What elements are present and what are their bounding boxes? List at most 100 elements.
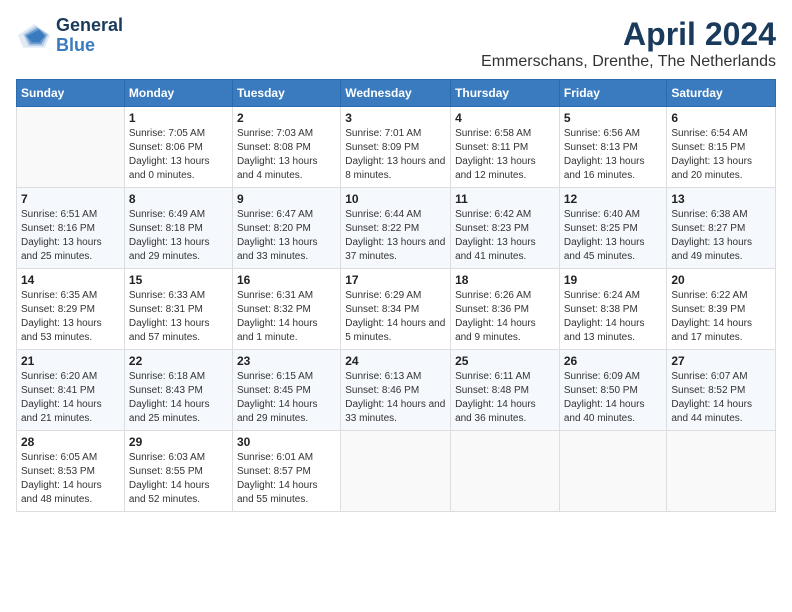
day-info: Sunrise: 6:05 AMSunset: 8:53 PMDaylight:…: [21, 451, 120, 507]
day-number: 10: [345, 192, 446, 206]
calendar-cell: [17, 107, 125, 188]
subtitle: Emmerschans, Drenthe, The Netherlands: [481, 53, 776, 71]
day-number: 11: [455, 192, 555, 206]
day-info: Sunrise: 6:11 AMSunset: 8:48 PMDaylight:…: [455, 370, 555, 426]
calendar-cell: 30 Sunrise: 6:01 AMSunset: 8:57 PMDayligh…: [232, 431, 340, 512]
day-number: 19: [564, 273, 663, 287]
calendar-cell: [667, 431, 776, 512]
calendar-cell: 14 Sunrise: 6:35 AMSunset: 8:29 PMDayligh…: [17, 269, 125, 350]
day-number: 8: [129, 192, 228, 206]
day-info: Sunrise: 7:05 AMSunset: 8:06 PMDaylight:…: [129, 127, 228, 183]
day-number: 14: [21, 273, 120, 287]
calendar-cell: 11 Sunrise: 6:42 AMSunset: 8:23 PMDayligh…: [451, 188, 560, 269]
day-number: 12: [564, 192, 663, 206]
page-header: General Blue April 2024 Emmerschans, Dre…: [16, 16, 776, 71]
calendar-cell: 2Sunrise: 7:03 AMSunset: 8:08 PMDaylight…: [232, 107, 340, 188]
day-info: Sunrise: 6:33 AMSunset: 8:31 PMDaylight:…: [129, 289, 228, 345]
week-row-1: 1 Sunrise: 7:05 AMSunset: 8:06 PMDaylight…: [17, 107, 776, 188]
day-number: 25: [455, 354, 555, 368]
day-header-wednesday: Wednesday: [341, 80, 451, 107]
header-row: SundayMondayTuesdayWednesdayThursdayFrid…: [17, 80, 776, 107]
day-header-friday: Friday: [559, 80, 667, 107]
calendar-cell: 7Sunrise: 6:51 AMSunset: 8:16 PMDaylight…: [17, 188, 125, 269]
calendar-cell: 23 Sunrise: 6:15 AMSunset: 8:45 PMDayligh…: [232, 350, 340, 431]
day-info: Sunrise: 6:47 AMSunset: 8:20 PMDaylight:…: [237, 208, 336, 264]
day-number: 3: [345, 111, 446, 125]
day-info: Sunrise: 6:42 AMSunset: 8:23 PMDaylight:…: [455, 208, 555, 264]
day-number: 17: [345, 273, 446, 287]
day-header-monday: Monday: [124, 80, 232, 107]
day-number: 9: [237, 192, 336, 206]
day-info: Sunrise: 6:38 AMSunset: 8:27 PMDaylight:…: [671, 208, 771, 264]
day-number: 27: [671, 354, 771, 368]
day-info: Sunrise: 6:49 AMSunset: 8:18 PMDaylight:…: [129, 208, 228, 264]
day-info: Sunrise: 6:01 AMSunset: 8:57 PMDaylight:…: [237, 451, 336, 507]
day-number: 24: [345, 354, 446, 368]
day-number: 21: [21, 354, 120, 368]
calendar-cell: 28Sunrise: 6:05 AMSunset: 8:53 PMDayligh…: [17, 431, 125, 512]
day-header-thursday: Thursday: [451, 80, 560, 107]
day-info: Sunrise: 6:35 AMSunset: 8:29 PMDaylight:…: [21, 289, 120, 345]
day-info: Sunrise: 6:56 AMSunset: 8:13 PMDaylight:…: [564, 127, 663, 183]
day-info: Sunrise: 6:13 AMSunset: 8:46 PMDaylight:…: [345, 370, 446, 426]
day-number: 5: [564, 111, 663, 125]
calendar-cell: 24 Sunrise: 6:13 AMSunset: 8:46 PMDayligh…: [341, 350, 451, 431]
day-header-tuesday: Tuesday: [232, 80, 340, 107]
day-number: 16: [237, 273, 336, 287]
calendar-cell: 3 Sunrise: 7:01 AMSunset: 8:09 PMDaylight…: [341, 107, 451, 188]
day-info: Sunrise: 6:15 AMSunset: 8:45 PMDaylight:…: [237, 370, 336, 426]
calendar-cell: 9 Sunrise: 6:47 AMSunset: 8:20 PMDaylight…: [232, 188, 340, 269]
week-row-4: 21 Sunrise: 6:20 AMSunset: 8:41 PMDayligh…: [17, 350, 776, 431]
day-info: Sunrise: 6:40 AMSunset: 8:25 PMDaylight:…: [564, 208, 663, 264]
day-info: Sunrise: 6:44 AMSunset: 8:22 PMDaylight:…: [345, 208, 446, 264]
day-info: Sunrise: 6:20 AMSunset: 8:41 PMDaylight:…: [21, 370, 120, 426]
day-info: Sunrise: 6:18 AMSunset: 8:43 PMDaylight:…: [129, 370, 228, 426]
day-number: 6: [671, 111, 771, 125]
main-title: April 2024: [481, 16, 776, 53]
day-info: Sunrise: 6:09 AMSunset: 8:50 PMDaylight:…: [564, 370, 663, 426]
calendar-cell: 13 Sunrise: 6:38 AMSunset: 8:27 PMDayligh…: [667, 188, 776, 269]
title-section: April 2024 Emmerschans, Drenthe, The Net…: [481, 16, 776, 71]
logo-icon: [16, 22, 52, 50]
day-info: Sunrise: 6:58 AMSunset: 8:11 PMDaylight:…: [455, 127, 555, 183]
day-number: 2: [237, 111, 336, 125]
day-info: Sunrise: 6:29 AMSunset: 8:34 PMDaylight:…: [345, 289, 446, 345]
calendar-cell: 21 Sunrise: 6:20 AMSunset: 8:41 PMDayligh…: [17, 350, 125, 431]
day-info: Sunrise: 6:22 AMSunset: 8:39 PMDaylight:…: [671, 289, 771, 345]
calendar-cell: 19 Sunrise: 6:24 AMSunset: 8:38 PMDayligh…: [559, 269, 667, 350]
calendar-cell: 25 Sunrise: 6:11 AMSunset: 8:48 PMDayligh…: [451, 350, 560, 431]
day-number: 30: [237, 435, 336, 449]
calendar-cell: 22 Sunrise: 6:18 AMSunset: 8:43 PMDayligh…: [124, 350, 232, 431]
day-info: Sunrise: 6:54 AMSunset: 8:15 PMDaylight:…: [671, 127, 771, 183]
week-row-2: 7Sunrise: 6:51 AMSunset: 8:16 PMDaylight…: [17, 188, 776, 269]
day-info: Sunrise: 6:03 AMSunset: 8:55 PMDaylight:…: [129, 451, 228, 507]
calendar-cell: 16Sunrise: 6:31 AMSunset: 8:32 PMDayligh…: [232, 269, 340, 350]
calendar-cell: 18Sunrise: 6:26 AMSunset: 8:36 PMDayligh…: [451, 269, 560, 350]
day-info: Sunrise: 6:07 AMSunset: 8:52 PMDaylight:…: [671, 370, 771, 426]
day-number: 1: [129, 111, 228, 125]
week-row-3: 14 Sunrise: 6:35 AMSunset: 8:29 PMDayligh…: [17, 269, 776, 350]
calendar-cell: 17 Sunrise: 6:29 AMSunset: 8:34 PMDayligh…: [341, 269, 451, 350]
logo-text-line1: General: [56, 16, 123, 36]
calendar-cell: 12 Sunrise: 6:40 AMSunset: 8:25 PMDayligh…: [559, 188, 667, 269]
day-info: Sunrise: 7:01 AMSunset: 8:09 PMDaylight:…: [345, 127, 446, 183]
calendar-cell: 26Sunrise: 6:09 AMSunset: 8:50 PMDayligh…: [559, 350, 667, 431]
calendar-cell: [559, 431, 667, 512]
calendar-cell: 1 Sunrise: 7:05 AMSunset: 8:06 PMDaylight…: [124, 107, 232, 188]
calendar-cell: 27 Sunrise: 6:07 AMSunset: 8:52 PMDayligh…: [667, 350, 776, 431]
day-number: 13: [671, 192, 771, 206]
calendar-cell: [341, 431, 451, 512]
day-number: 23: [237, 354, 336, 368]
logo-text-line2: Blue: [56, 36, 123, 56]
calendar-cell: 6 Sunrise: 6:54 AMSunset: 8:15 PMDaylight…: [667, 107, 776, 188]
day-number: 18: [455, 273, 555, 287]
day-info: Sunrise: 6:24 AMSunset: 8:38 PMDaylight:…: [564, 289, 663, 345]
day-number: 4: [455, 111, 555, 125]
day-header-sunday: Sunday: [17, 80, 125, 107]
day-number: 22: [129, 354, 228, 368]
calendar-cell: 5 Sunrise: 6:56 AMSunset: 8:13 PMDaylight…: [559, 107, 667, 188]
calendar-cell: 29 Sunrise: 6:03 AMSunset: 8:55 PMDayligh…: [124, 431, 232, 512]
day-number: 15: [129, 273, 228, 287]
day-number: 29: [129, 435, 228, 449]
calendar-cell: 10 Sunrise: 6:44 AMSunset: 8:22 PMDayligh…: [341, 188, 451, 269]
